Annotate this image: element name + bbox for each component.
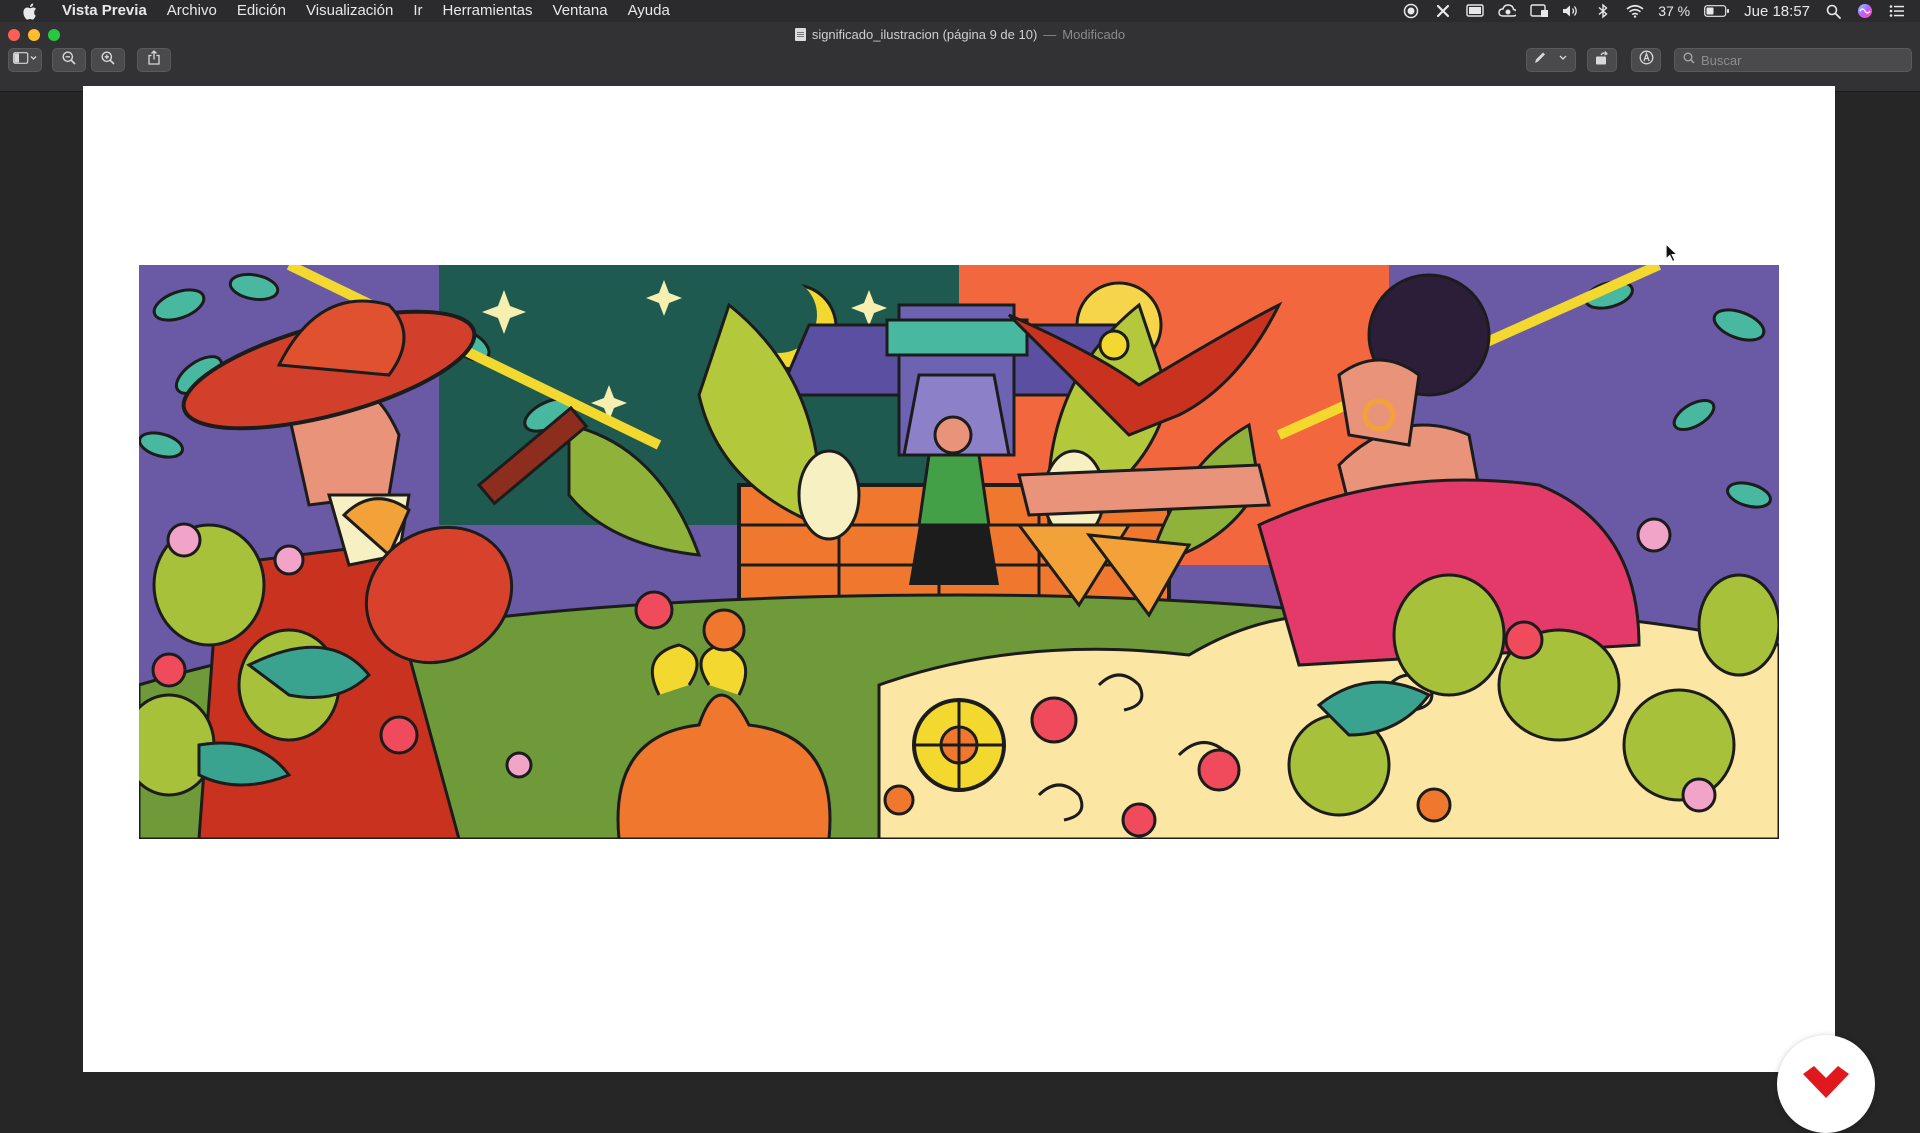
zoom-in-button[interactable] xyxy=(91,48,125,72)
record-icon[interactable] xyxy=(1402,2,1420,20)
window-title: significado_ilustracion (página 9 de 10)… xyxy=(0,27,1920,42)
cloud-sync-icon[interactable] xyxy=(1498,2,1517,20)
title-separator: — xyxy=(1043,27,1057,42)
bluetooth-icon[interactable] xyxy=(1594,2,1612,20)
wifi-icon[interactable] xyxy=(1626,2,1644,20)
mouse-pointer-icon xyxy=(1665,242,1679,263)
apple-icon[interactable] xyxy=(18,0,40,22)
brand-badge-button[interactable] xyxy=(1777,1035,1875,1133)
menu-herramientas[interactable]: Herramientas xyxy=(432,0,542,22)
sidebar-icon xyxy=(13,51,37,69)
markup-pen-icon xyxy=(1532,51,1570,70)
menu-ventana[interactable]: Ventana xyxy=(543,0,618,22)
battery-icon[interactable] xyxy=(1704,2,1730,20)
markup-button[interactable] xyxy=(1526,48,1576,72)
spotlight-icon[interactable] xyxy=(1824,2,1842,20)
mexican-culture-illustration xyxy=(139,265,1779,839)
menu-ayuda[interactable]: Ayuda xyxy=(618,0,680,22)
battery-percent: 37 % xyxy=(1658,3,1691,19)
volume-icon[interactable] xyxy=(1562,2,1580,20)
search-icon xyxy=(1683,51,1695,69)
rotate-button[interactable] xyxy=(1587,48,1617,72)
window-toolbar: significado_ilustracion (página 9 de 10)… xyxy=(0,22,1920,92)
clock[interactable]: Jue 18:57 xyxy=(1744,3,1810,20)
menu-app-name[interactable]: Vista Previa xyxy=(54,0,157,22)
zoom-out-icon xyxy=(62,51,76,70)
tools-icon[interactable] xyxy=(1434,2,1452,20)
zoom-in-icon xyxy=(101,51,115,70)
document-status: Modificado xyxy=(1062,27,1126,42)
menu-edicion[interactable]: Edición xyxy=(227,0,296,22)
share-button[interactable] xyxy=(137,48,171,72)
annotate-icon xyxy=(1639,50,1654,70)
search-input[interactable] xyxy=(1701,52,1901,68)
siri-icon[interactable] xyxy=(1856,2,1874,20)
display-icon[interactable] xyxy=(1466,2,1484,20)
menu-visualizacion[interactable]: Visualización xyxy=(296,0,403,22)
chevron-logo-icon xyxy=(1801,1064,1851,1105)
document-viewport[interactable] xyxy=(0,86,1920,1133)
document-name[interactable]: significado_ilustracion (página 9 de 10) xyxy=(812,27,1037,42)
annotate-button[interactable] xyxy=(1631,48,1661,72)
search-field[interactable] xyxy=(1674,48,1912,72)
cast-icon[interactable] xyxy=(1530,2,1549,20)
menu-archivo[interactable]: Archivo xyxy=(157,0,227,22)
zoom-out-button[interactable] xyxy=(52,48,86,72)
rotate-icon xyxy=(1595,50,1609,70)
sidebar-toggle-button[interactable] xyxy=(8,48,42,72)
status-area: 37 % Jue 18:57 xyxy=(1402,0,1906,22)
menu-bar: Vista Previa Archivo Edición Visualizaci… xyxy=(0,0,1920,22)
document-page[interactable] xyxy=(83,86,1835,1072)
menu-ir[interactable]: Ir xyxy=(403,0,432,22)
document-icon xyxy=(794,28,806,41)
notification-center-icon[interactable] xyxy=(1888,2,1906,20)
share-icon xyxy=(148,50,160,70)
